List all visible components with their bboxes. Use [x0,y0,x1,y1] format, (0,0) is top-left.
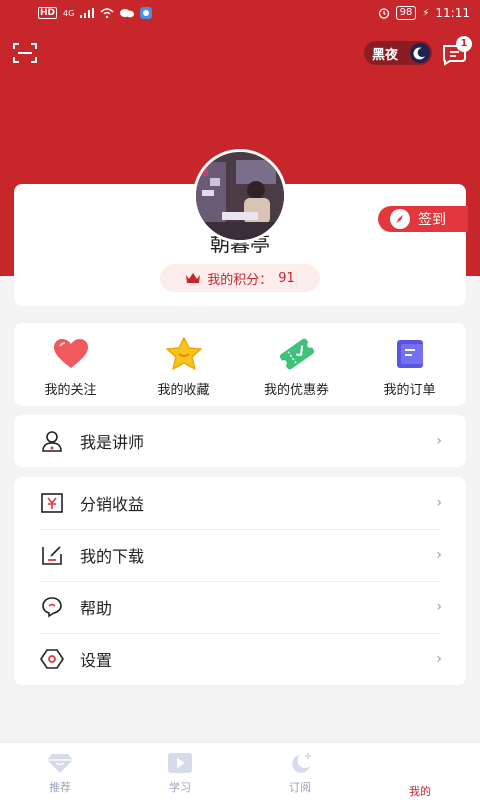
clock: 11:11 [435,6,470,20]
teacher-menu: 我是讲师 › [14,415,466,467]
diamond-icon [47,754,73,773]
wechat-icon [120,9,135,18]
night-mode-label: 黑夜 [372,47,399,63]
tab-learn[interactable]: 学习 [120,743,240,800]
tab-mine[interactable]: 我的 [360,743,480,800]
quick-actions: 我的关注 我的收藏 我的优惠券 我的订单 [14,323,466,406]
settings-icon [40,647,64,671]
charging-icon: ⚡ [422,7,430,19]
compass-icon [390,209,410,229]
tab-label: 学习 [169,781,191,794]
quick-item-label: 我的订单 [383,383,436,398]
chevron-right-icon: › [436,599,442,615]
profile-icon [411,758,429,776]
night-mode-toggle[interactable]: 黑夜 [364,41,432,65]
status-bar: HD 4G 98 ⚡ 11:11 [0,0,480,28]
menu-item-label: 帮助 [80,599,113,618]
order-icon [390,337,430,371]
scan-icon[interactable] [12,42,38,64]
tab-label: 订阅 [289,781,311,794]
wifi-icon [100,8,114,18]
play-icon [168,753,192,773]
quick-item-orders[interactable]: 我的订单 [353,323,466,406]
menu-item-settings[interactable]: 设置 › [14,633,466,685]
menu-item-label: 设置 [80,651,113,670]
hd-badge: HD [38,7,58,19]
tab-recommend[interactable]: 推荐 [0,743,120,800]
menu-item-label: 我的下载 [80,547,145,566]
main-menu: 分销收益 › 我的下载 › 帮助 › 设置 › [14,477,466,685]
bottom-tab-bar: 推荐 学习 订阅 我的 [0,742,480,800]
tab-label: 我的 [409,785,431,798]
yuan-icon [40,491,64,515]
points-pill[interactable]: 我的积分： 91 [160,264,320,292]
moon-icon [410,43,430,63]
menu-item-earnings[interactable]: 分销收益 › [14,477,466,529]
coupon-icon [277,337,317,371]
menu-item-help[interactable]: 帮助 › [14,581,466,633]
message-count-badge: 1 [456,36,472,52]
quick-item-label: 我的关注 [44,383,97,398]
app-notification-icon [140,7,153,19]
quick-item-following[interactable]: 我的关注 [14,323,127,406]
menu-item-downloads[interactable]: 我的下载 › [14,529,466,581]
signal-icon [80,8,95,18]
signal-label: 4G [63,8,75,18]
help-icon [40,595,64,619]
menu-item-label: 分销收益 [80,495,145,514]
tab-label: 推荐 [49,781,71,794]
check-in-button[interactable]: 签到 [378,206,468,232]
crown-icon [186,273,201,283]
moon-plus-icon [292,753,311,773]
chevron-right-icon: › [436,651,442,667]
avatar[interactable] [193,149,287,243]
chevron-right-icon: › [436,547,442,563]
quick-item-coupons[interactable]: 我的优惠券 [240,323,353,406]
alarm-icon [378,8,389,19]
points-value: 91 [278,270,295,286]
quick-item-favorites[interactable]: 我的收藏 [127,323,240,406]
battery-level: 98 [395,6,417,20]
star-icon [164,337,204,371]
download-icon [40,543,64,567]
quick-item-label: 我的收藏 [157,383,210,398]
check-in-label: 签到 [418,212,446,228]
points-label: 我的积分： [207,272,273,288]
menu-item-teacher[interactable]: 我是讲师 › [14,415,466,467]
user-icon [40,429,64,453]
menu-item-label: 我是讲师 [80,433,145,452]
quick-item-label: 我的优惠券 [263,383,329,398]
heart-icon [51,337,91,371]
tab-subscribe[interactable]: 订阅 [240,743,360,800]
chevron-right-icon: › [436,495,442,511]
chevron-right-icon: › [436,433,442,449]
